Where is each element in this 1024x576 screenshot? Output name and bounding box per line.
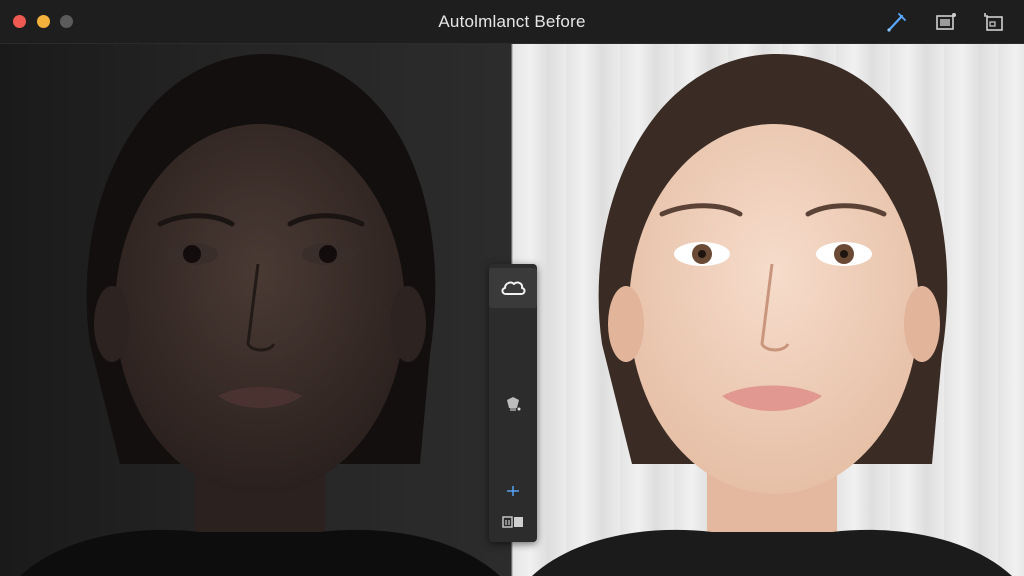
compare-view-icon xyxy=(502,516,523,528)
split-view-icon xyxy=(507,486,519,496)
tool-strip xyxy=(489,264,537,542)
after-image xyxy=(512,44,1024,576)
brush-icon[interactable] xyxy=(884,10,908,34)
stamp-tool-icon xyxy=(507,397,521,411)
comparison-stage xyxy=(0,44,1024,576)
before-portrait xyxy=(20,54,500,576)
stamp-tool-button[interactable] xyxy=(489,392,537,416)
cloud-tool-icon xyxy=(501,281,526,295)
after-portrait xyxy=(532,54,1012,576)
window-title: Autolmlanct Before xyxy=(438,12,586,31)
frame-icon[interactable] xyxy=(934,10,958,34)
app-window: Autolmlanct Before xyxy=(0,0,1024,576)
cloud-tool-button[interactable] xyxy=(489,268,537,308)
split-view-button[interactable] xyxy=(489,484,537,498)
title-bar: Autolmlanct Before xyxy=(0,0,1024,44)
before-image xyxy=(0,44,512,576)
crop-icon[interactable] xyxy=(982,10,1006,34)
compare-view-button[interactable] xyxy=(489,512,537,532)
